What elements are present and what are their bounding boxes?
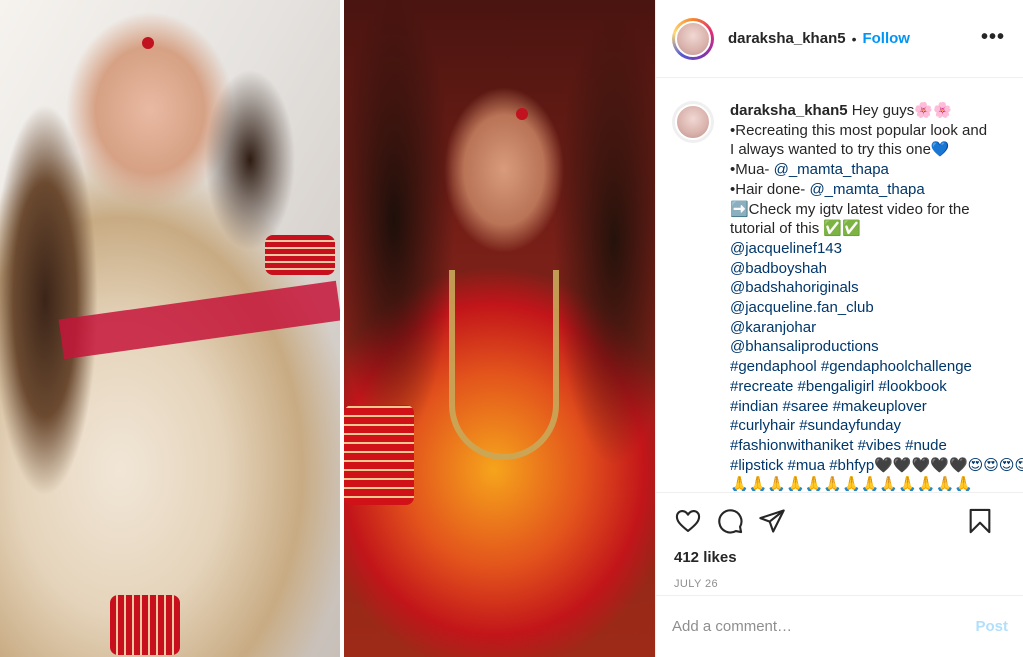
- post-sidebar: daraksha_khan5 • Follow ••• daraksha_kha…: [655, 0, 1023, 657]
- right-photo-necklace: [449, 270, 559, 460]
- hashtag-line[interactable]: #curlyhair #sundayfunday: [730, 416, 1010, 436]
- comment-form: Post: [656, 595, 1023, 657]
- caption-line: ➡️Check my igtv latest video for the: [730, 200, 970, 218]
- caption-line: I always wanted to try this one💙: [730, 141, 950, 159]
- caption-avatar[interactable]: [672, 101, 714, 491]
- mention-link[interactable]: @jacqueline.fan_club: [730, 298, 1010, 318]
- caption-line: tutorial of this ✅✅: [730, 220, 861, 238]
- hashtag-line[interactable]: #fashionwithaniket #vibes #nude: [730, 436, 1010, 456]
- post-header: daraksha_khan5 • Follow •••: [656, 0, 1023, 78]
- share-icon[interactable]: [758, 507, 786, 535]
- heart-icon[interactable]: [674, 507, 702, 535]
- post-actions: 412 likes JULY 26 Post: [656, 492, 1023, 657]
- mention-link[interactable]: @karanjohar: [730, 318, 1010, 338]
- caption-line: •Recreating this most popular look and: [730, 121, 988, 139]
- avatar-image: [675, 20, 711, 57]
- follow-button[interactable]: Follow: [862, 30, 910, 47]
- bookmark-icon[interactable]: [966, 507, 994, 535]
- header-separator: •: [851, 30, 857, 47]
- mention-link[interactable]: @jacquelinef143: [730, 239, 1010, 259]
- caption-line: •Mua- @_mamta_thapa: [730, 160, 1010, 180]
- right-photo-bindi: [516, 108, 528, 120]
- comment-icon[interactable]: [716, 507, 744, 535]
- right-photo-bangles: [344, 405, 414, 505]
- action-icons: [656, 493, 1023, 549]
- post-date[interactable]: JULY 26: [656, 578, 1023, 590]
- mua-label: •Mua-: [730, 161, 774, 179]
- caption-line: •Hair done- @_mamta_thapa: [730, 180, 1010, 200]
- mention-link[interactable]: @badshahoriginals: [730, 278, 1010, 298]
- instagram-post: daraksha_khan5 • Follow ••• daraksha_kha…: [0, 0, 1023, 657]
- caption-avatar-image: [675, 104, 711, 140]
- comment-input[interactable]: [672, 618, 976, 635]
- post-comment-button[interactable]: Post: [975, 618, 1008, 635]
- mention-link[interactable]: @bhansaliproductions: [730, 337, 1010, 357]
- caption-username[interactable]: daraksha_khan5: [730, 102, 848, 119]
- left-photo-bindi: [142, 37, 154, 49]
- hashtag-line[interactable]: #gendaphool #gendaphoolchallenge: [730, 357, 1010, 377]
- emoji-line: 🙏🙏🙏🙏🙏🙏🙏🙏🙏🙏🙏🙏🙏: [730, 476, 973, 491]
- hair-label: •Hair done-: [730, 180, 810, 198]
- header-username[interactable]: daraksha_khan5: [728, 30, 846, 47]
- caption-text: daraksha_khan5 Hey guys🌸🌸 •Recreating th…: [730, 101, 1023, 491]
- left-photo: [0, 0, 340, 657]
- mention-link[interactable]: @_mamta_thapa: [774, 161, 889, 178]
- mention-link[interactable]: @_mamta_thapa: [809, 181, 924, 198]
- mention-link[interactable]: @badboyshah: [730, 259, 1010, 279]
- more-icon[interactable]: •••: [981, 26, 1005, 49]
- post-media[interactable]: [0, 0, 655, 657]
- header-avatar[interactable]: [672, 17, 714, 60]
- caption-greeting: Hey guys🌸🌸: [851, 102, 952, 119]
- right-photo: [344, 0, 655, 657]
- caption-section: daraksha_khan5 Hey guys🌸🌸 •Recreating th…: [656, 79, 1023, 491]
- hashtag-line[interactable]: #recreate #bengaligirl #lookbook: [730, 377, 1010, 397]
- caption-line: daraksha_khan5 Hey guys🌸🌸: [730, 101, 1010, 121]
- likes-count[interactable]: 412 likes: [656, 549, 1023, 566]
- hashtag-line[interactable]: #lipstick #mua #bhfyp🖤🖤🖤🖤🖤😍😍😍😍: [730, 456, 1023, 476]
- hashtag-line[interactable]: #indian #saree #makeuplover: [730, 397, 1010, 417]
- left-photo-bangles-lower: [110, 595, 180, 655]
- left-photo-bangles: [265, 235, 335, 275]
